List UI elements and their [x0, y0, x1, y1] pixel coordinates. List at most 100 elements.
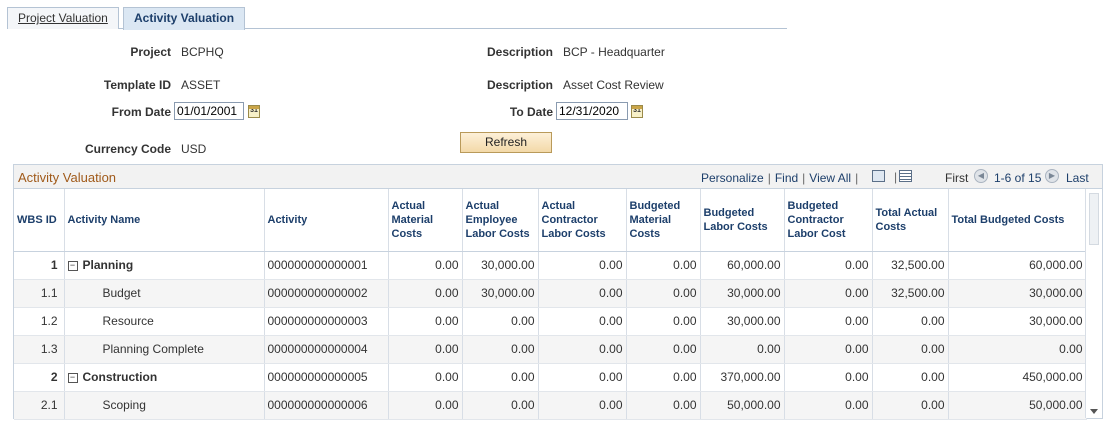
table-row: 2 − Construction 000000000000005 0.00 0.0…	[14, 363, 1087, 392]
col-actual-material-costs[interactable]: Actual Material Costs	[388, 189, 463, 252]
total-actual-cell: 0.00	[872, 363, 949, 392]
view-all-link[interactable]: View All	[809, 171, 851, 185]
tab-project-valuation-label: Project Valuation	[18, 11, 108, 25]
actual-employee-labor-cell: 0.00	[462, 391, 539, 420]
budgeted-labor-cell: 30,000.00	[700, 307, 785, 336]
template-description-value: Asset Cost Review	[563, 78, 664, 92]
table-row: 1.3 Planning Complete 000000000000004 0.…	[14, 335, 1087, 364]
grid-title: Activity Valuation	[18, 170, 117, 185]
total-actual-cell: 32,500.00	[872, 251, 949, 280]
from-date-label: From Date	[111, 105, 171, 119]
budgeted-labor-cell: 0.00	[700, 335, 785, 364]
scrollbar-thumb[interactable]	[1089, 193, 1099, 245]
col-wbs-id[interactable]: WBS ID	[14, 189, 65, 252]
total-budgeted-cell: 50,000.00	[948, 391, 1087, 420]
activity-name-text: Planning	[82, 258, 134, 272]
table-row: 1 − Planning 000000000000001 0.00 30,000.…	[14, 251, 1087, 280]
tab-activity-valuation[interactable]: Activity Valuation	[123, 7, 246, 30]
total-actual-cell: 32,500.00	[872, 279, 949, 308]
col-budgeted-labor-costs[interactable]: Budgeted Labor Costs	[700, 189, 785, 252]
template-id-value: ASSET	[181, 78, 221, 92]
collapse-icon[interactable]: −	[67, 261, 78, 271]
actual-employee-labor-cell: 0.00	[462, 335, 539, 364]
vertical-scrollbar[interactable]	[1085, 189, 1102, 418]
grid-header-bar: Activity Valuation Personalize | Find | View…	[14, 165, 1102, 189]
budgeted-material-cell: 0.00	[626, 335, 701, 364]
total-budgeted-cell: 30,000.00	[948, 279, 1087, 308]
col-total-budgeted-costs[interactable]: Total Budgeted Costs	[948, 189, 1087, 252]
activity-cell: 000000000000006	[264, 391, 389, 420]
actual-contractor-labor-cell: 0.00	[538, 251, 627, 280]
previous-arrow-icon[interactable]: ◀	[974, 169, 988, 183]
wbs-id-cell: 1.2	[14, 307, 65, 336]
actual-contractor-labor-cell: 0.00	[538, 279, 627, 308]
wbs-id-cell: 2	[14, 363, 65, 392]
total-budgeted-cell: 30,000.00	[948, 307, 1087, 336]
to-date-calendar-icon[interactable]: 31	[631, 105, 643, 118]
refresh-button[interactable]: Refresh	[460, 132, 552, 153]
budgeted-material-cell: 0.00	[626, 279, 701, 308]
tab-project-valuation[interactable]: Project Valuation	[7, 7, 119, 29]
col-activity[interactable]: Activity	[264, 189, 389, 252]
activity-name-cell: Resource	[64, 307, 265, 336]
budgeted-labor-cell: 60,000.00	[700, 251, 785, 280]
nav-separator: |	[894, 170, 898, 184]
activity-table: WBS ID Activity Name Activity Actual Mat…	[14, 189, 1087, 420]
col-budgeted-contractor-labor-cost[interactable]: Budgeted Contractor Labor Cost	[784, 189, 873, 252]
actual-employee-labor-cell: 30,000.00	[462, 251, 539, 280]
collapse-icon[interactable]: −	[67, 373, 78, 383]
budgeted-labor-cell: 30,000.00	[700, 279, 785, 308]
description-value: BCP - Headquarter	[563, 45, 665, 59]
table-row: 1.2 Resource 000000000000003 0.00 0.00 0…	[14, 307, 1087, 336]
activity-cell: 000000000000004	[264, 335, 389, 364]
col-actual-contractor-labor-costs[interactable]: Actual Contractor Labor Costs	[538, 189, 627, 252]
from-date-calendar-icon[interactable]: 31	[248, 105, 260, 118]
total-budgeted-cell: 0.00	[948, 335, 1087, 364]
from-date-input[interactable]	[174, 102, 244, 120]
budgeted-material-cell: 0.00	[626, 307, 701, 336]
scroll-down-arrow-icon[interactable]	[1090, 409, 1098, 414]
download-grid-icon[interactable]	[899, 170, 912, 182]
last-link[interactable]: Last	[1066, 171, 1089, 185]
activity-cell: 000000000000005	[264, 363, 389, 392]
actual-employee-labor-cell: 0.00	[462, 363, 539, 392]
total-actual-cell: 0.00	[872, 307, 949, 336]
nav-separator: |	[855, 171, 859, 185]
budgeted-labor-cell: 50,000.00	[700, 391, 785, 420]
actual-contractor-labor-cell: 0.00	[538, 335, 627, 364]
project-label: Project	[130, 45, 171, 59]
total-budgeted-cell: 450,000.00	[948, 363, 1087, 392]
table-row: 1.1 Budget 000000000000002 0.00 30,000.0…	[14, 279, 1087, 308]
personalize-link[interactable]: Personalize	[701, 171, 764, 185]
actual-employee-labor-cell: 0.00	[462, 307, 539, 336]
total-actual-cell: 0.00	[872, 391, 949, 420]
next-arrow-icon[interactable]: ▶	[1045, 169, 1059, 183]
wbs-id-cell: 1.3	[14, 335, 65, 364]
grid-nav-links: Personalize | Find | View All |	[701, 171, 862, 185]
template-id-label: Template ID	[103, 78, 171, 92]
zoom-icon[interactable]	[872, 170, 885, 182]
budgeted-material-cell: 0.00	[626, 391, 701, 420]
table-header-row: WBS ID Activity Name Activity Actual Mat…	[14, 189, 1087, 252]
activity-cell: 000000000000003	[264, 307, 389, 336]
activity-name-cell: − Construction	[64, 363, 265, 392]
budgeted-contractor-labor-cell: 0.00	[784, 279, 873, 308]
project-value: BCPHQ	[181, 45, 224, 59]
nav-separator: |	[767, 171, 771, 185]
activity-cell: 000000000000002	[264, 279, 389, 308]
find-link[interactable]: Find	[775, 171, 798, 185]
col-actual-employee-labor-costs[interactable]: Actual Employee Labor Costs	[462, 189, 539, 252]
actual-contractor-labor-cell: 0.00	[538, 391, 627, 420]
description-label: Description	[486, 45, 553, 59]
actual-material-cell: 0.00	[388, 279, 463, 308]
wbs-id-cell: 1.1	[14, 279, 65, 308]
template-description-label: Description	[486, 78, 553, 92]
col-total-actual-costs[interactable]: Total Actual Costs	[872, 189, 949, 252]
col-activity-name[interactable]: Activity Name	[64, 189, 265, 252]
actual-employee-labor-cell: 30,000.00	[462, 279, 539, 308]
budgeted-contractor-labor-cell: 0.00	[784, 335, 873, 364]
activity-name-cell: Scoping	[64, 391, 265, 420]
total-budgeted-cell: 60,000.00	[948, 251, 1087, 280]
to-date-input[interactable]	[556, 102, 628, 120]
col-budgeted-material-costs[interactable]: Budgeted Material Costs	[626, 189, 701, 252]
